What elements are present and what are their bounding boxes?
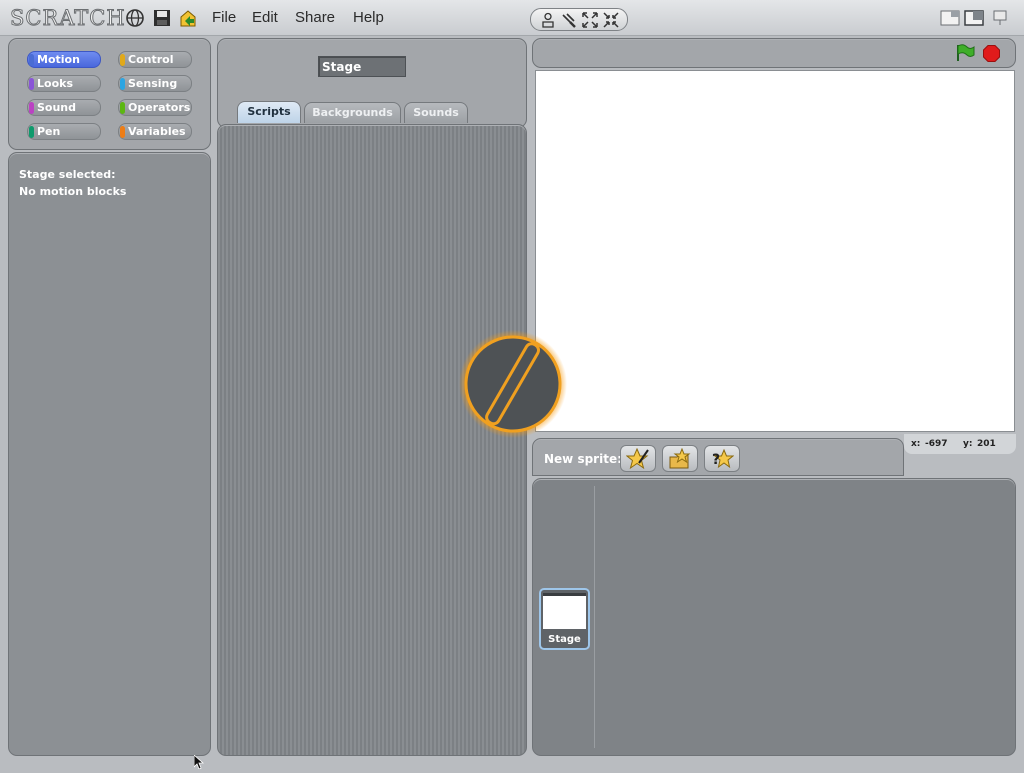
grow-icon[interactable] <box>581 11 599 29</box>
stage-header <box>532 38 1016 68</box>
choose-sprite-from-file-button[interactable] <box>662 445 698 472</box>
tab-sounds[interactable]: Sounds <box>404 102 468 123</box>
category-pen-label: Pen <box>37 125 61 138</box>
stop-sign-icon[interactable] <box>983 45 1000 62</box>
category-control-label: Control <box>128 53 174 66</box>
sprite-name-field[interactable]: Stage <box>318 56 406 77</box>
menu-edit[interactable]: Edit <box>252 9 278 26</box>
x-coordinate-label: x: <box>911 439 921 449</box>
save-icon[interactable] <box>152 8 172 28</box>
block-palette[interactable] <box>8 152 211 756</box>
presentation-mode-icon[interactable] <box>990 10 1010 26</box>
category-looks[interactable]: Looks <box>27 75 101 92</box>
menu-bar: SCRATCH File Edit Share Help <box>0 0 1024 36</box>
sprite-list[interactable] <box>532 478 1016 756</box>
y-coordinate-value: 201 <box>977 439 996 449</box>
motion-color-swatch <box>29 54 34 66</box>
control-color-swatch <box>120 54 125 66</box>
x-coordinate-value: -697 <box>925 439 948 449</box>
paint-sprite-icon <box>626 447 649 469</box>
stage-thumbnail[interactable]: Stage <box>539 588 590 650</box>
category-motion-label: Motion <box>37 53 80 66</box>
category-operators[interactable]: Operators <box>118 99 192 116</box>
category-variables[interactable]: Variables <box>118 123 192 140</box>
duplicate-icon[interactable] <box>539 11 557 29</box>
mouse-coordinates: x: -697 y: 201 <box>904 434 1016 454</box>
menu-help[interactable]: Help <box>353 9 384 26</box>
category-variables-label: Variables <box>128 125 186 138</box>
share-icon[interactable] <box>178 8 198 28</box>
category-sound[interactable]: Sound <box>27 99 101 116</box>
stage-thumbnail-image <box>543 593 586 629</box>
new-sprite-label: New sprite: <box>544 452 622 466</box>
shrink-icon[interactable] <box>602 11 620 29</box>
category-pen[interactable]: Pen <box>27 123 101 140</box>
normal-mode-icon[interactable] <box>964 10 984 26</box>
menu-file[interactable]: File <box>212 9 236 26</box>
mouse-pointer-icon <box>193 754 205 770</box>
looks-color-swatch <box>29 78 34 90</box>
scratch-logo: SCRATCH <box>10 6 126 31</box>
variables-color-swatch <box>120 126 125 138</box>
delete-icon[interactable] <box>560 11 578 29</box>
category-sound-label: Sound <box>37 101 77 114</box>
y-coordinate-label: y: <box>963 439 973 449</box>
globe-icon[interactable] <box>125 8 145 28</box>
busy-indicator-icon <box>458 329 568 439</box>
menu-share[interactable]: Share <box>295 9 335 26</box>
palette-message-line2: No motion blocks <box>19 185 127 198</box>
palette-message: Stage selected: No motion blocks <box>19 166 126 200</box>
category-looks-label: Looks <box>37 77 73 90</box>
sound-color-swatch <box>29 102 34 114</box>
category-sensing-label: Sensing <box>128 77 178 90</box>
small-stage-mode-icon[interactable] <box>940 10 960 26</box>
tab-scripts[interactable]: Scripts <box>237 101 301 123</box>
surprise-sprite-button[interactable]: ? <box>704 445 740 472</box>
stage-canvas[interactable] <box>535 70 1015 432</box>
svg-text:?: ? <box>712 452 720 468</box>
tab-backgrounds[interactable]: Backgrounds <box>304 102 401 123</box>
category-control[interactable]: Control <box>118 51 192 68</box>
green-flag-icon[interactable] <box>955 44 975 62</box>
scripts-area[interactable] <box>217 124 527 756</box>
pen-color-swatch <box>29 126 34 138</box>
sprite-list-divider <box>594 486 595 748</box>
category-sensing[interactable]: Sensing <box>118 75 192 92</box>
sprite-from-file-icon <box>669 447 691 468</box>
category-motion[interactable]: Motion <box>27 51 101 68</box>
category-operators-label: Operators <box>128 101 191 114</box>
palette-message-line1: Stage selected: <box>19 168 116 181</box>
operators-color-swatch <box>120 102 125 114</box>
sprite-tools <box>530 8 628 31</box>
stage-thumbnail-label: Stage <box>548 634 581 645</box>
sensing-color-swatch <box>120 78 125 90</box>
paint-new-sprite-button[interactable] <box>620 445 656 472</box>
surprise-sprite-icon: ? <box>712 448 734 468</box>
